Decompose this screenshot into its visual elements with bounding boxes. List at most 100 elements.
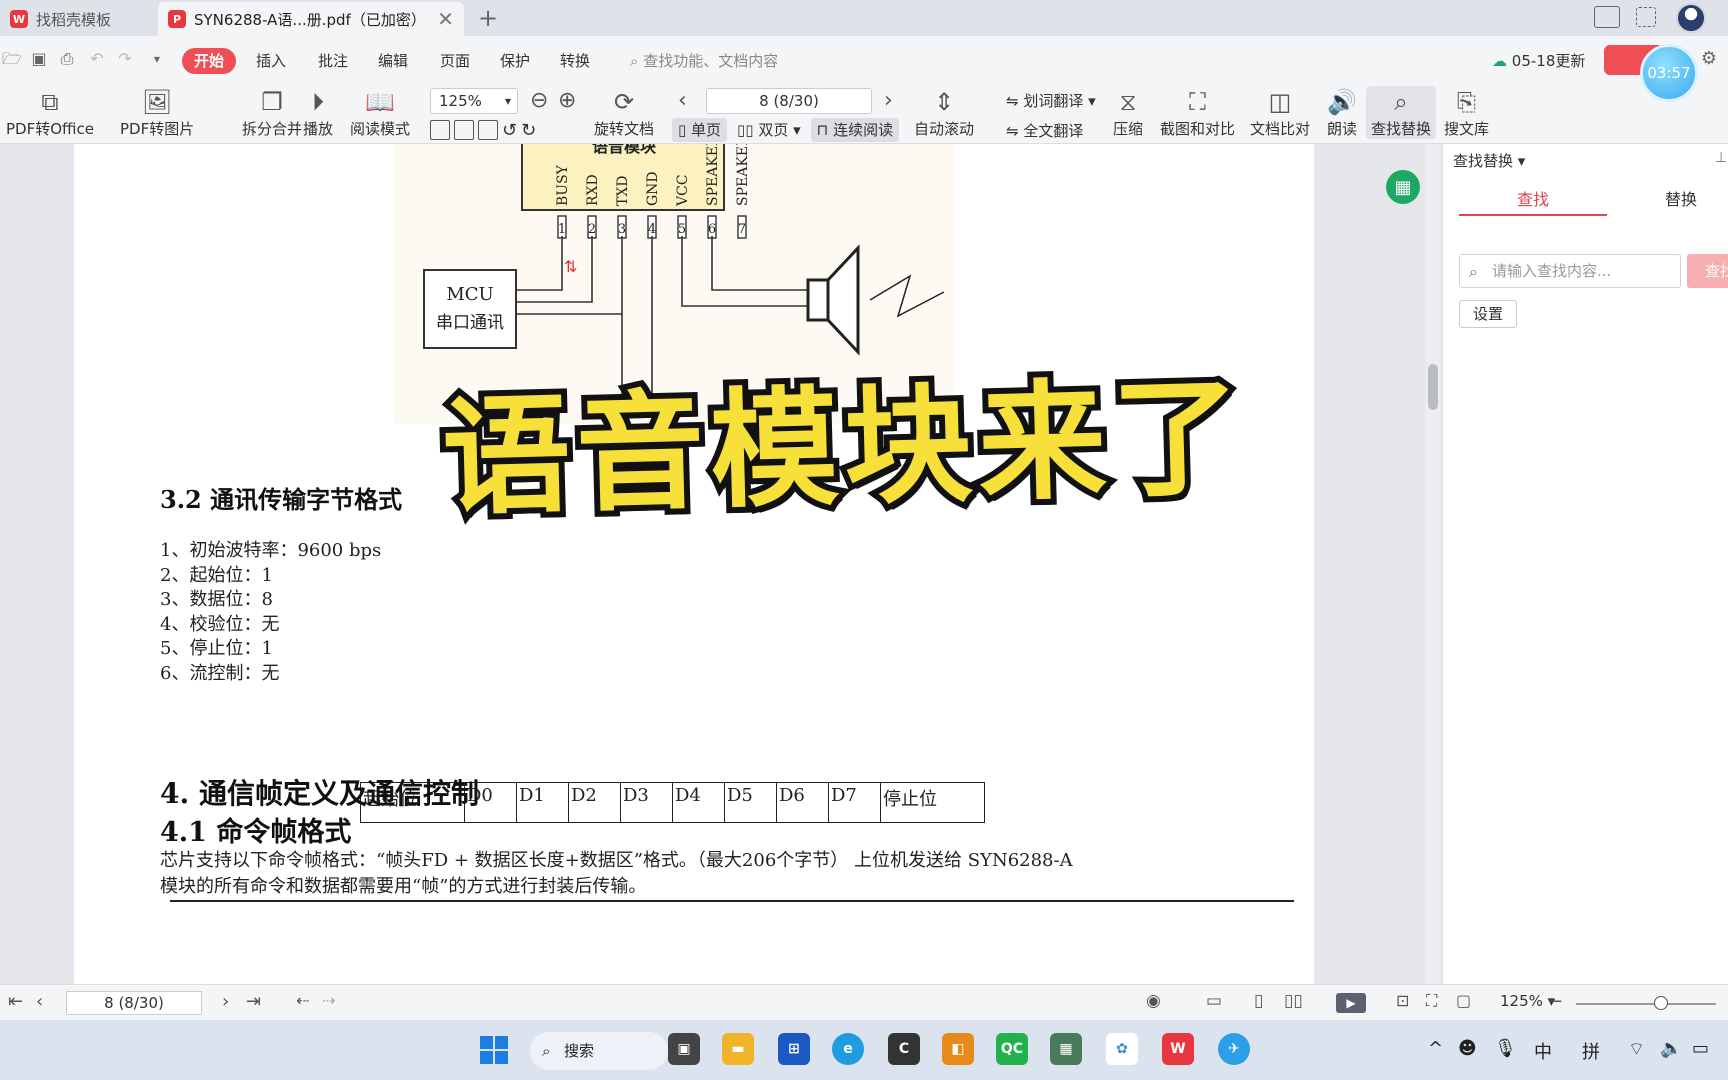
search-library-button[interactable]: ⎘ 搜文库 [1444, 86, 1489, 139]
read-aloud-button[interactable]: 🔊 朗读 [1326, 86, 1358, 139]
print-icon[interactable]: ⎙ [58, 50, 76, 68]
single-page-button[interactable]: ▯ 单页 [672, 118, 728, 142]
status-zoom[interactable]: 125% ▾ [1500, 992, 1555, 1010]
back-icon[interactable]: ⇠ [296, 991, 309, 1010]
sync-app-icon[interactable]: ◧ [942, 1033, 974, 1065]
actual-size-icon[interactable] [430, 120, 450, 140]
page-number-input[interactable]: 8 (8/30) [706, 88, 872, 114]
zoom-in-icon[interactable]: ⊕ [558, 88, 576, 113]
continuous-read-button[interactable]: ⊓ 连续阅读 [810, 118, 900, 142]
menu-convert[interactable]: 转换 [554, 48, 596, 74]
zoom-slider[interactable] [1576, 1003, 1716, 1005]
tab-template[interactable]: W 找稻壳模板 [0, 2, 156, 36]
panel-title[interactable]: 查找替换 ▾ [1453, 150, 1525, 171]
status-page-input[interactable]: 8 (8/30) [66, 991, 202, 1015]
compress-button[interactable]: ⧖ 压缩 [1112, 86, 1144, 139]
double-page-button[interactable]: ▯▯ 双页 ▾ [731, 118, 807, 142]
double-page-icon[interactable]: ▯▯ [1284, 991, 1303, 1011]
ime-mode[interactable]: 中 [1534, 1038, 1552, 1064]
grid-apps-icon[interactable] [1636, 7, 1656, 27]
battery-icon[interactable]: ▭ [1692, 1038, 1709, 1059]
menu-protect[interactable]: 保护 [494, 48, 536, 74]
scrollbar-thumb[interactable] [1428, 364, 1438, 410]
doc-compare-button[interactable]: ◫ 文档比对 [1250, 86, 1310, 139]
word-translate-button[interactable]: ⇋ 划词翻译 ▾ [1006, 90, 1096, 111]
last-page-icon[interactable]: ⇥ [246, 991, 261, 1012]
file-explorer-icon[interactable]: ▬ [722, 1033, 754, 1065]
function-search[interactable]: ⌕ 查找功能、文档内容 [630, 48, 778, 74]
fit-window-icon[interactable]: ▢ [1456, 991, 1471, 1010]
screenshot-compare-button[interactable]: ⛶ 截图和对比 [1160, 86, 1235, 139]
pdf-to-image-button[interactable]: 🖼 PDF转图片 [120, 86, 194, 139]
task-view-icon[interactable]: ▣ [668, 1033, 700, 1065]
terminal-app-icon[interactable]: C [888, 1033, 920, 1065]
table-extract-icon[interactable]: ▦ [1386, 170, 1420, 204]
qq-icon[interactable]: ☻ [1458, 1038, 1477, 1059]
undo-icon[interactable]: ↶ [88, 50, 106, 68]
prev-page-icon[interactable]: ‹ [36, 991, 43, 1012]
tray-chevron-icon[interactable]: ^ [1428, 1038, 1443, 1059]
auto-scroll-button[interactable]: ⇕ 自动滚动 [914, 86, 974, 139]
microphone-icon[interactable]: 🎙 [1494, 1038, 1517, 1059]
vertical-scrollbar[interactable] [1426, 144, 1440, 984]
menu-edit[interactable]: 编辑 [372, 48, 414, 74]
next-page-icon[interactable]: › [884, 88, 893, 113]
fit-page-icon[interactable]: ⛶ [1426, 991, 1437, 1011]
add-tab-icon[interactable]: + [478, 4, 498, 32]
fit-width-icon[interactable] [478, 120, 498, 140]
wps-app-icon[interactable]: W [1162, 1033, 1194, 1065]
eye-protect-icon[interactable]: ◉ [1146, 991, 1161, 1011]
open-folder-icon[interactable]: 🗁 [2, 50, 22, 68]
tab-pdf-document[interactable]: P SYN6288-A语...册.pdf（已加密） ✕ [158, 2, 464, 36]
menu-page[interactable]: 页面 [434, 48, 476, 74]
store-icon[interactable]: ⊞ [778, 1033, 810, 1065]
play-button[interactable]: ⏵ 播放 [302, 86, 334, 139]
volume-icon[interactable]: 🔈 [1660, 1038, 1682, 1059]
menu-insert[interactable]: 插入 [250, 48, 292, 74]
tab-find[interactable]: 查找 [1459, 186, 1607, 216]
pin-icon[interactable]: ⊥ [1715, 150, 1727, 166]
full-translate-button[interactable]: ⇋ 全文翻译 [1006, 120, 1083, 141]
chevron-down-icon[interactable]: ▾ [148, 50, 166, 68]
settings-button[interactable]: 设置 [1459, 300, 1517, 328]
update-status[interactable]: ☁ 05-18更新 [1492, 48, 1585, 74]
first-page-icon[interactable]: ⇤ [8, 991, 23, 1012]
close-tab-icon[interactable]: ✕ [437, 7, 454, 31]
actual-size-icon[interactable]: ⊡ [1396, 991, 1409, 1010]
zoom-select[interactable]: 125% ▾ [430, 88, 518, 114]
split-merge-button[interactable]: ❐ 拆分合并 [242, 86, 302, 139]
taskbar-search[interactable]: ⌕ 搜索 [530, 1032, 668, 1070]
next-page-icon[interactable]: › [222, 991, 229, 1012]
gear-icon[interactable]: ⚙ [1700, 50, 1718, 68]
redo-icon[interactable]: ↷ [116, 50, 134, 68]
window-layout-icon[interactable] [1594, 6, 1620, 28]
bird-app-icon[interactable]: ✈ [1218, 1033, 1250, 1065]
menu-annotate[interactable]: 批注 [312, 48, 354, 74]
forward-icon[interactable]: ⇢ [322, 991, 335, 1010]
zoom-slider-knob[interactable] [1654, 996, 1668, 1010]
document-viewport[interactable]: 语音模块 BUSY 1 RXD 2 TXD 3 GND 4 VCC 5 SPEAKER 6 SPEAKE… [0, 144, 1424, 984]
tab-replace[interactable]: 替换 [1607, 186, 1728, 216]
find-button[interactable]: 查找 [1687, 254, 1728, 288]
play-icon[interactable]: ▶ [1336, 993, 1366, 1013]
find-input[interactable]: 请输入查找内容... [1459, 254, 1681, 288]
prev-page-icon[interactable]: ‹ [678, 88, 687, 113]
network-app-icon[interactable]: ✿ [1106, 1033, 1138, 1065]
user-avatar[interactable] [1676, 3, 1706, 33]
rotate-left-icon[interactable]: ↺ [502, 120, 517, 141]
single-page-icon[interactable]: ▯ [1254, 991, 1263, 1011]
save-icon[interactable]: ▣ [30, 50, 48, 68]
wifi-icon[interactable]: ⌔ [1628, 1038, 1645, 1061]
rotate-right-icon[interactable]: ↻ [521, 120, 536, 141]
ime-pinyin[interactable]: 拼 [1582, 1038, 1600, 1064]
menu-home[interactable]: 开始 [182, 48, 237, 74]
find-replace-button[interactable]: ⌕ 查找替换 [1366, 86, 1436, 139]
image-viewer-icon[interactable]: ▦ [1050, 1033, 1082, 1065]
windows-start-icon[interactable] [480, 1036, 508, 1064]
read-mode-button[interactable]: 📖 阅读模式 [350, 86, 410, 139]
fit-width-icon[interactable]: ▭ [1206, 991, 1222, 1011]
zoom-out-icon[interactable]: − [1548, 991, 1563, 1012]
edge-browser-icon[interactable]: e [832, 1033, 864, 1065]
zoom-out-icon[interactable]: ⊖ [530, 88, 548, 113]
pdf-to-office-button[interactable]: ⧉ PDF转Office [6, 86, 94, 139]
